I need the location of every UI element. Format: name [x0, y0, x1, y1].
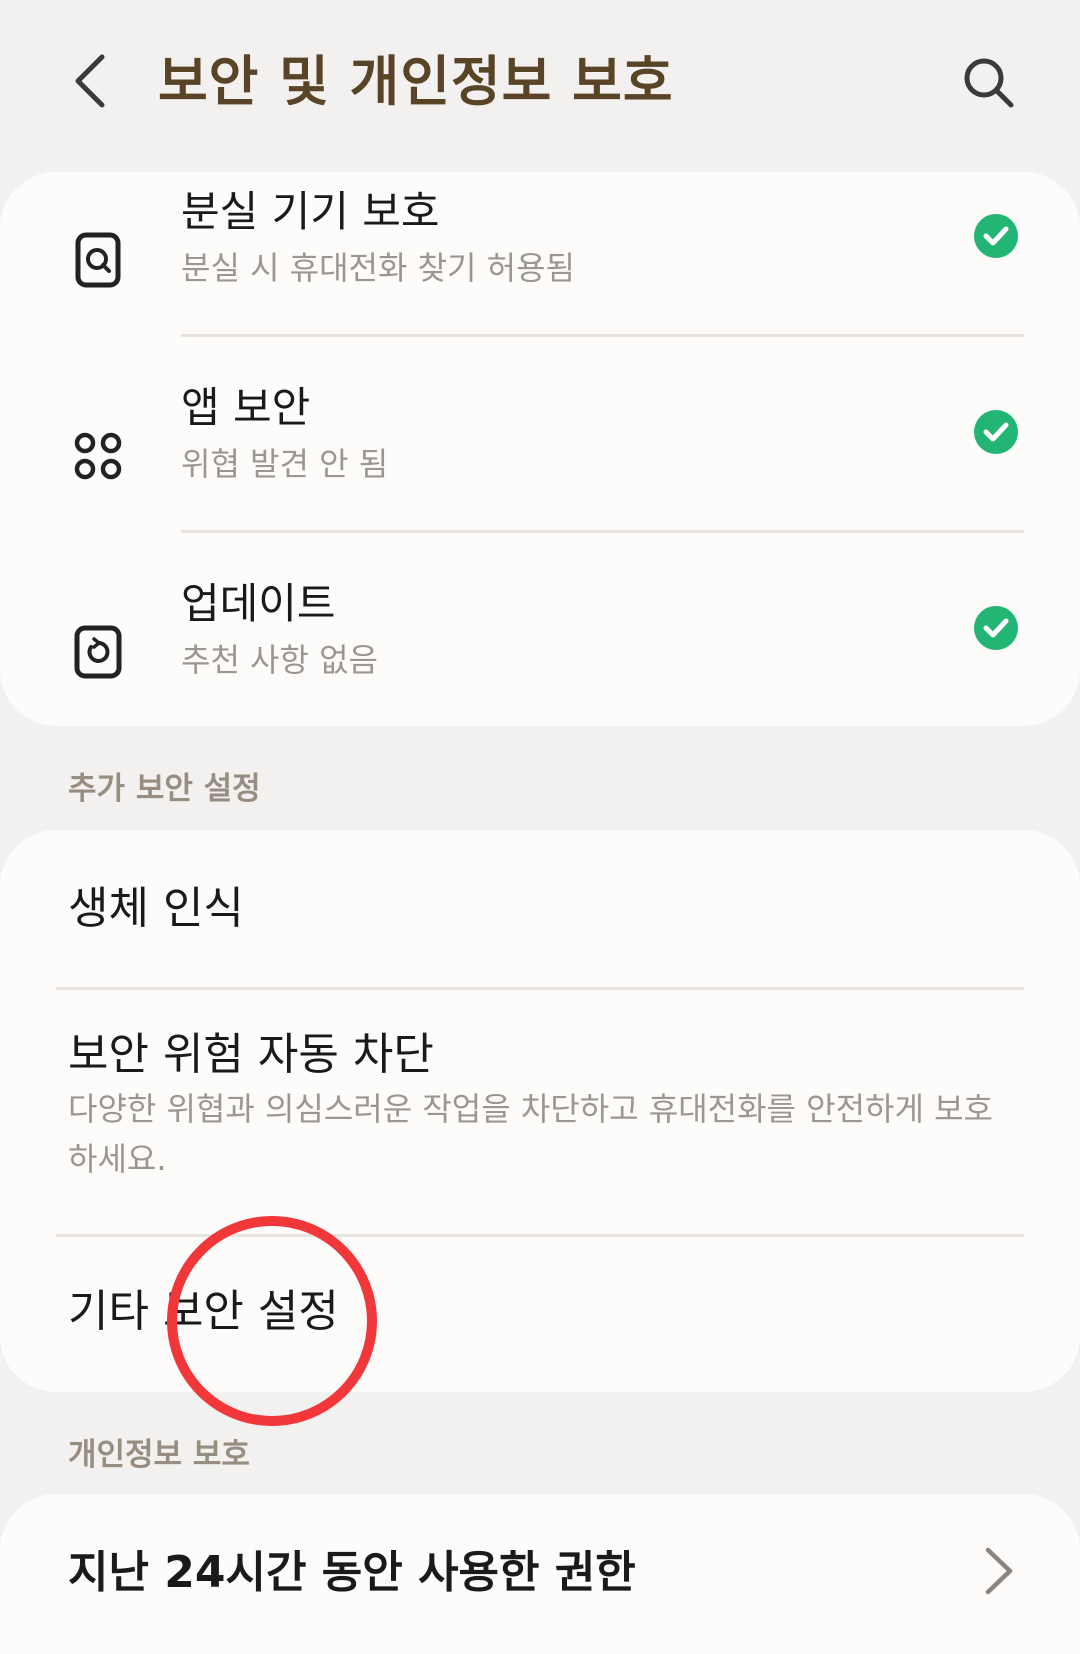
security-status-card: 분실 기기 보호 분실 시 휴대전화 찾기 허용됨 앱 보안 위협 발견 안 됨 — [0, 172, 1080, 726]
status-item-subtitle: 분실 시 휴대전화 찾기 허용됨 — [181, 249, 575, 287]
status-item-app-security[interactable]: 앱 보안 위협 발견 안 됨 — [0, 368, 1080, 564]
check-circle-icon — [974, 606, 1018, 650]
additional-security-card: 생체 인식 보안 위험 자동 차단 다양한 위협과 의심스러운 작업을 차단하고… — [0, 830, 1080, 1392]
check-circle-icon — [974, 214, 1018, 258]
menu-item-other-security-settings[interactable]: 기타 보안 설정 — [0, 1237, 1080, 1392]
menu-item-title: 생체 인식 — [68, 883, 244, 934]
menu-item-auto-blocker[interactable]: 보안 위험 자동 차단 다양한 위협과 의심스러운 작업을 차단하고 휴대전화를… — [0, 990, 1080, 1234]
page-title: 보안 및 개인정보 보호 — [158, 50, 674, 113]
divider — [181, 334, 1024, 337]
status-item-title: 분실 기기 보호 — [181, 187, 440, 236]
privacy-card: 지난 24시간 동안 사용한 권한 — [0, 1494, 1080, 1654]
menu-item-title: 기타 보안 설정 — [68, 1286, 339, 1337]
chevron-left-icon — [75, 54, 105, 108]
divider — [181, 530, 1024, 533]
status-item-update[interactable]: 업데이트 추천 사항 없음 — [0, 564, 1080, 760]
lost-device-icon — [70, 232, 126, 288]
check-circle-icon — [974, 410, 1018, 454]
status-item-lost-device[interactable]: 분실 기기 보호 분실 시 휴대전화 찾기 허용됨 — [0, 172, 1080, 368]
chevron-right-icon — [985, 1547, 1013, 1595]
menu-item-title: 지난 24시간 동안 사용한 권한 — [68, 1547, 636, 1598]
apps-grid-icon — [70, 428, 126, 484]
app-header: 보안 및 개인정보 보호 — [0, 0, 1080, 165]
status-item-subtitle: 위협 발견 안 됨 — [181, 445, 389, 483]
menu-item-title: 보안 위험 자동 차단 — [68, 1029, 434, 1080]
status-item-title: 업데이트 — [181, 579, 336, 628]
menu-item-permissions-used-24h[interactable]: 지난 24시간 동안 사용한 권한 — [0, 1494, 1080, 1654]
status-item-title: 앱 보안 — [181, 383, 311, 432]
search-button[interactable] — [956, 50, 1022, 116]
section-header-additional-security: 추가 보안 설정 — [68, 771, 261, 807]
back-button[interactable] — [60, 48, 120, 114]
menu-item-biometrics[interactable]: 생체 인식 — [0, 830, 1080, 988]
status-item-subtitle: 추천 사항 없음 — [181, 641, 378, 679]
search-icon — [964, 58, 1014, 108]
menu-item-description: 다양한 위협과 의심스러운 작업을 차단하고 휴대전화를 안전하게 보호하세요. — [68, 1090, 993, 1178]
update-icon — [70, 624, 126, 680]
section-header-privacy: 개인정보 보호 — [68, 1437, 250, 1473]
